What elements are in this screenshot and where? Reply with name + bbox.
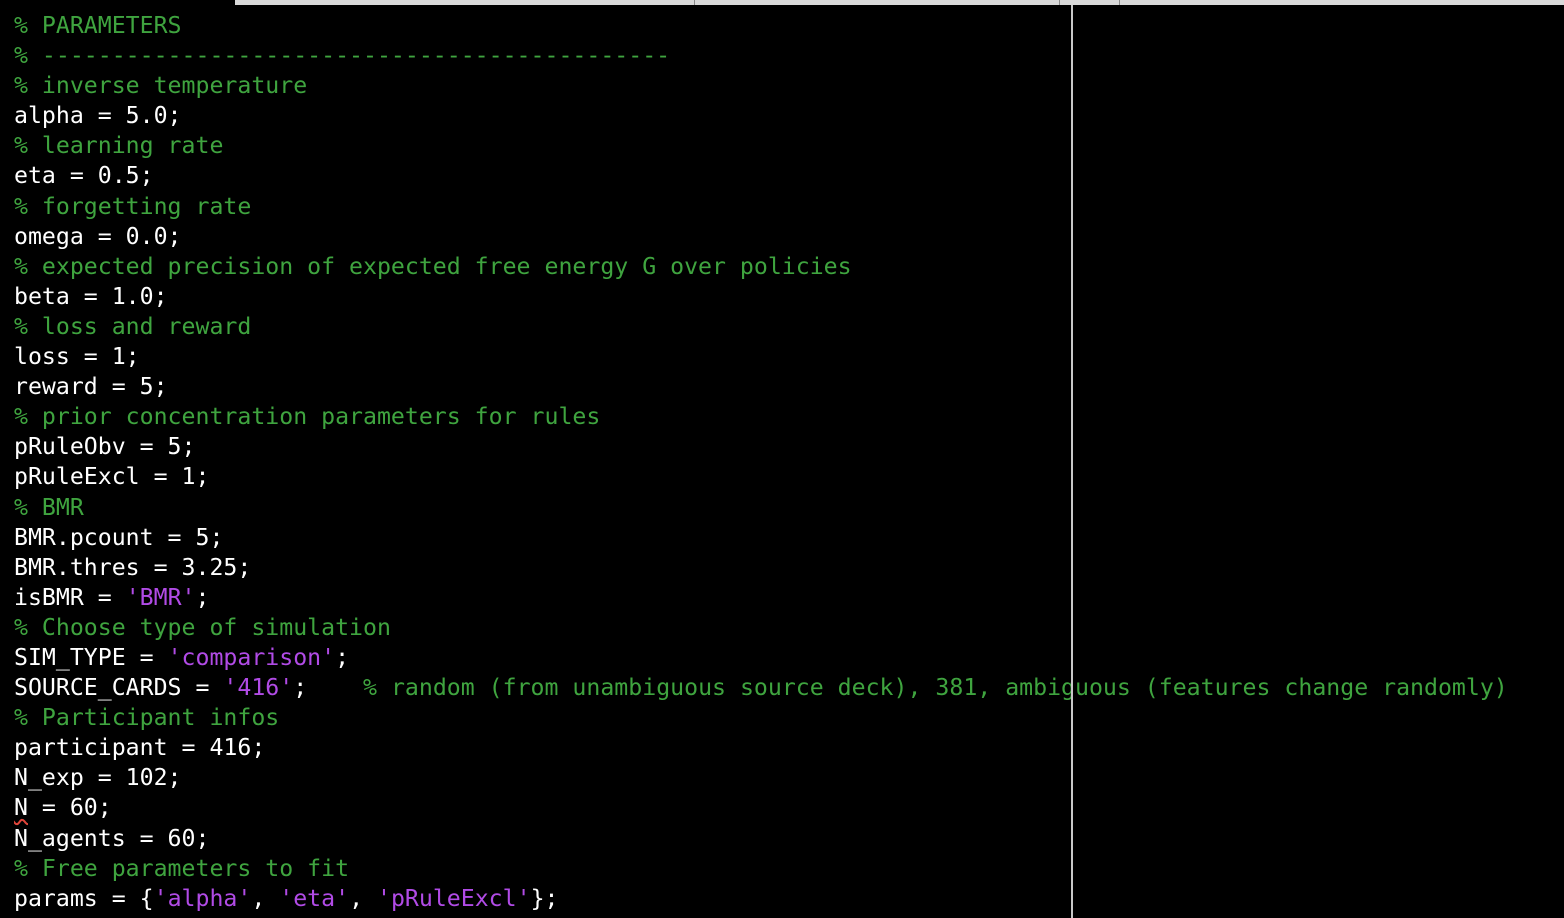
code-comment: % Choose type of simulation	[14, 613, 391, 641]
code-comment: % BMR	[14, 493, 84, 521]
code-comment: % Participant infos	[14, 704, 280, 732]
code-line[interactable]: % learning rate	[14, 131, 1508, 161]
code-editor[interactable]: % PARAMETERS % --------------------------…	[0, 5, 1564, 918]
code-comment: % prior concentration parameters for rul…	[14, 403, 601, 431]
code-line[interactable]: % inverse temperature	[14, 71, 1508, 101]
code-lines: % PARAMETERS % --------------------------…	[14, 11, 1508, 914]
lint-warning-squiggle[interactable]: N	[14, 794, 28, 821]
code-line[interactable]: % BMR	[14, 493, 1508, 523]
code-text: pRuleExcl = 1;	[14, 463, 210, 491]
code-line[interactable]: % prior concentration parameters for rul…	[14, 402, 1508, 432]
code-text: beta = 1.0;	[14, 282, 168, 310]
code-text: N = 60;	[14, 794, 112, 822]
code-comment: % random (from unambiguous source deck),…	[363, 674, 1508, 702]
code-text: reward = 5;	[14, 373, 168, 401]
code-line[interactable]: % --------------------------------------…	[14, 41, 1508, 71]
code-line[interactable]: % forgetting rate	[14, 192, 1508, 222]
string-literal: 'BMR'	[125, 583, 196, 611]
code-comment: % inverse temperature	[14, 72, 308, 100]
code-line[interactable]: omega = 0.0;	[14, 222, 1508, 252]
code-text: SIM_TYPE = 'comparison';	[14, 643, 350, 671]
code-text: eta = 0.5;	[14, 162, 154, 190]
code-line[interactable]: beta = 1.0;	[14, 282, 1508, 312]
code-line[interactable]: participant = 416;	[14, 733, 1508, 763]
code-line[interactable]: N_agents = 60;	[14, 824, 1508, 854]
string-literal: 'alpha'	[153, 884, 252, 912]
code-text: pRuleObv = 5;	[14, 433, 196, 461]
string-literal: 'comparison'	[167, 643, 336, 671]
code-text: loss = 1;	[14, 343, 140, 371]
code-text: BMR.pcount = 5;	[14, 523, 224, 551]
code-comment: % expected precision of expected free en…	[14, 252, 852, 280]
code-text: N_exp = 102;	[14, 764, 182, 792]
code-comment: % PARAMETERS	[14, 12, 182, 39]
code-line[interactable]: BMR.thres = 3.25;	[14, 553, 1508, 583]
code-line[interactable]: loss = 1;	[14, 342, 1508, 372]
code-line[interactable]: pRuleObv = 5;	[14, 432, 1508, 462]
code-line[interactable]: pRuleExcl = 1;	[14, 462, 1508, 492]
string-literal: 'eta'	[279, 884, 350, 912]
code-text: BMR.thres = 3.25;	[14, 553, 252, 581]
code-line[interactable]: eta = 0.5;	[14, 161, 1508, 191]
code-comment: % --------------------------------------…	[14, 42, 671, 70]
code-line[interactable]: alpha = 5.0;	[14, 101, 1508, 131]
code-line[interactable]: BMR.pcount = 5;	[14, 523, 1508, 553]
code-line[interactable]: N = 60;	[14, 793, 1508, 823]
code-line[interactable]: % loss and reward	[14, 312, 1508, 342]
code-text: omega = 0.0;	[14, 222, 182, 250]
code-text: alpha = 5.0;	[14, 102, 182, 130]
code-text: isBMR = 'BMR';	[14, 583, 210, 611]
code-line[interactable]: % Choose type of simulation	[14, 613, 1508, 643]
code-text: params = {'alpha', 'eta', 'pRuleExcl'};	[14, 884, 559, 912]
code-comment: % forgetting rate	[14, 192, 252, 220]
code-line[interactable]: N_exp = 102;	[14, 763, 1508, 793]
code-line[interactable]: SOURCE_CARDS = '416'; % random (from una…	[14, 673, 1508, 703]
code-line[interactable]: % Free parameters to fit	[14, 854, 1508, 884]
code-line[interactable]: params = {'alpha', 'eta', 'pRuleExcl'};	[14, 884, 1508, 914]
code-text: N_agents = 60;	[14, 824, 210, 852]
code-line[interactable]: % expected precision of expected free en…	[14, 252, 1508, 282]
code-line[interactable]: isBMR = 'BMR';	[14, 583, 1508, 613]
string-literal: '416'	[223, 674, 294, 702]
code-text: SOURCE_CARDS = '416';	[14, 674, 364, 702]
code-text: participant = 416;	[14, 734, 266, 762]
code-comment: % learning rate	[14, 132, 224, 160]
code-line[interactable]: reward = 5;	[14, 372, 1508, 402]
code-comment: % Free parameters to fit	[14, 854, 350, 882]
string-literal: 'pRuleExcl'	[377, 884, 531, 912]
code-line[interactable]: SIM_TYPE = 'comparison';	[14, 643, 1508, 673]
code-line[interactable]: % Participant infos	[14, 703, 1508, 733]
code-comment: % loss and reward	[14, 312, 252, 340]
code-line[interactable]: % PARAMETERS	[14, 11, 1508, 41]
right-margin-guide	[1071, 5, 1073, 918]
